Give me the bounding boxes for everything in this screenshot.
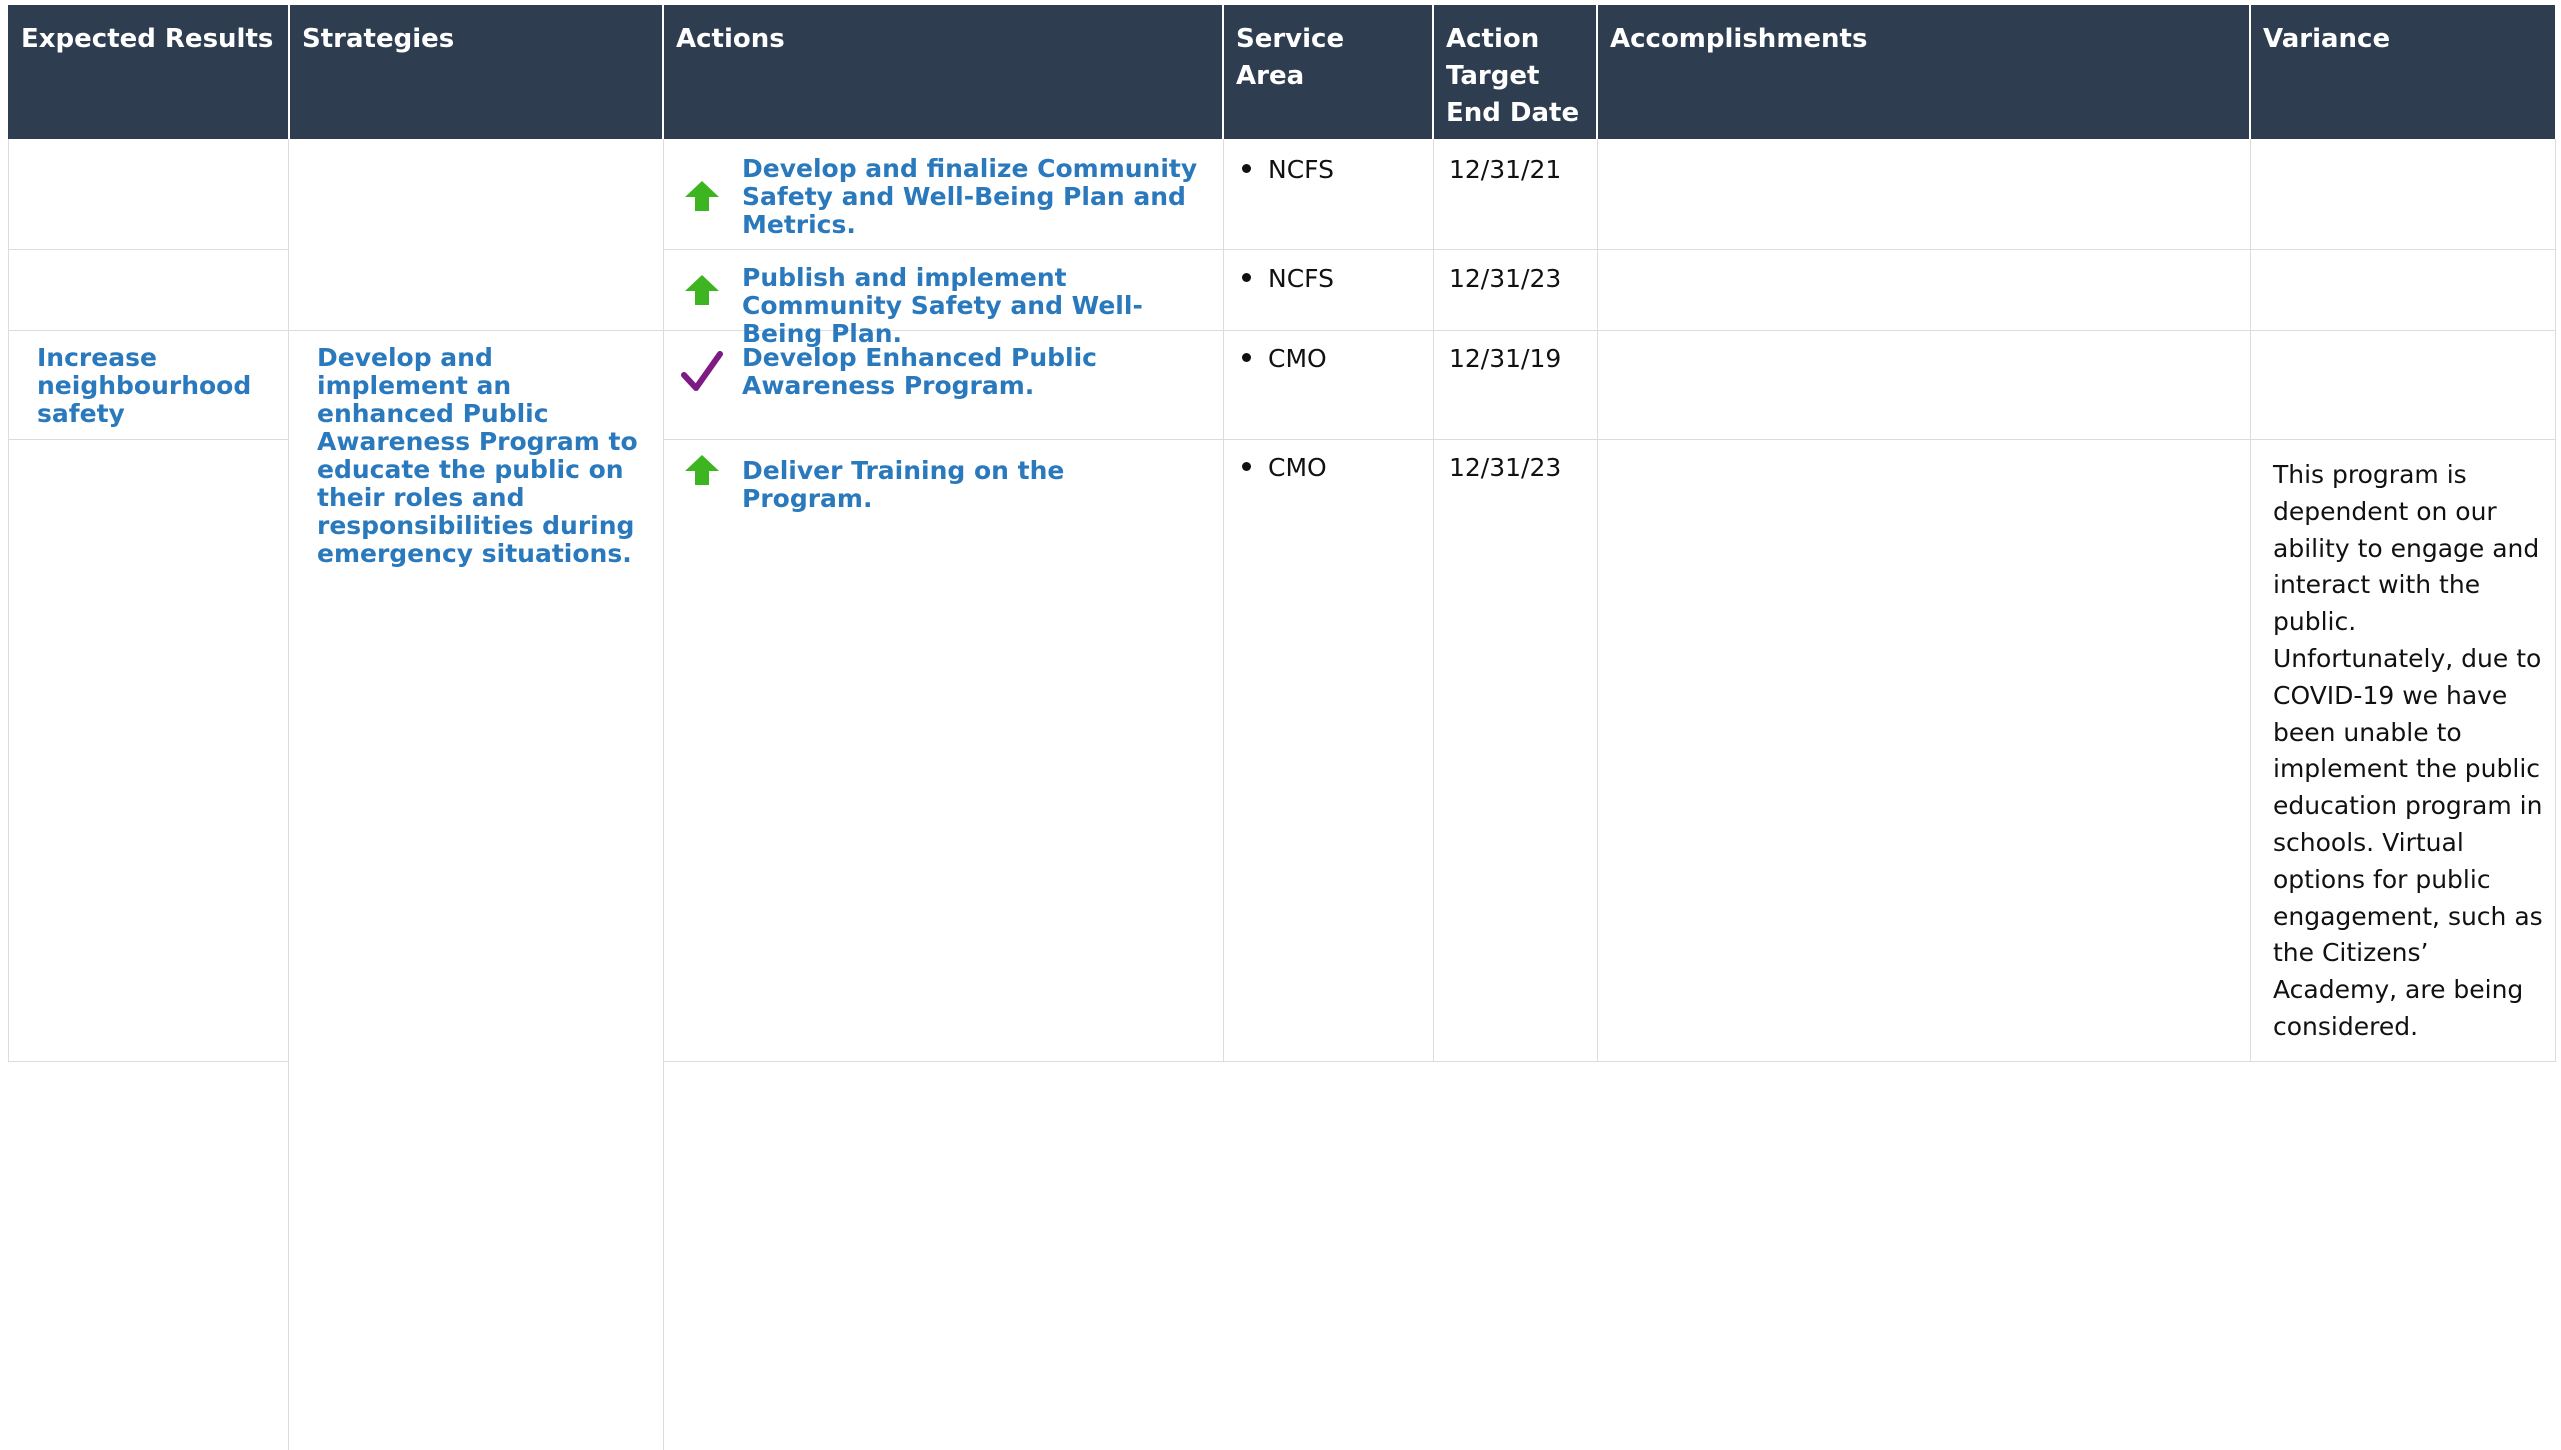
up-arrow-icon [685, 275, 719, 305]
header-divider [2249, 5, 2251, 139]
target-date-value: 12/31/23 [1449, 264, 1562, 293]
grid-line [2250, 139, 2251, 1061]
service-area-value: CMO [1268, 453, 1327, 482]
target-date-value: 12/31/23 [1449, 453, 1562, 482]
header-divider [1596, 5, 1598, 139]
header-actions: Actions [663, 5, 1223, 139]
bullet-icon [1242, 462, 1251, 471]
grid-line [663, 1061, 2556, 1062]
bullet-icon [1242, 164, 1251, 173]
header-service-area: Service Area [1223, 5, 1433, 139]
header-divider [1222, 5, 1224, 139]
action-link[interactable]: Develop and finalize Community Safety an… [742, 155, 1202, 239]
grid-line [8, 139, 9, 1061]
up-arrow-icon [685, 455, 719, 485]
grid-line [8, 249, 289, 250]
grid-line [1433, 139, 1434, 1061]
header-target-end-date: Action Target End Date [1433, 5, 1597, 139]
grid-line [8, 1061, 289, 1062]
expected-result-link[interactable]: Increase neighbourhood safety [37, 344, 277, 428]
target-date-value: 12/31/21 [1449, 155, 1562, 184]
service-area-value: NCFS [1268, 155, 1334, 184]
up-arrow-icon [685, 181, 719, 211]
header-divider [288, 5, 290, 139]
grid-line [1597, 139, 1598, 1061]
service-area-value: NCFS [1268, 264, 1334, 293]
header-strategies: Strategies [289, 5, 663, 139]
header-divider [1432, 5, 1434, 139]
bullet-icon [1242, 273, 1251, 282]
action-link[interactable]: Deliver Training on the Program. [742, 457, 1202, 513]
grid-line [288, 139, 289, 1450]
action-link[interactable]: Publish and implement Community Safety a… [742, 264, 1202, 348]
grid-line [1223, 139, 1224, 1061]
action-link[interactable]: Develop Enhanced Public Awareness Progra… [742, 344, 1202, 400]
grid-line [8, 330, 2556, 331]
grid-line [663, 139, 664, 1450]
grid-line [2555, 139, 2556, 1061]
header-variance: Variance [2250, 5, 2555, 139]
strategy-link[interactable]: Develop and implement an enhanced Public… [317, 344, 647, 568]
bullet-icon [1242, 353, 1251, 362]
grid-line [663, 249, 2556, 250]
header-expected-results: Expected Results [8, 5, 289, 139]
header-accomplishments: Accomplishments [1597, 5, 2250, 139]
header-divider [662, 5, 664, 139]
grid-line [663, 439, 2556, 440]
variance-text: This program is dependent on our ability… [2273, 460, 2543, 1041]
checkmark-icon [681, 351, 723, 391]
service-area-value: CMO [1268, 344, 1327, 373]
action-plan-table: Expected Results Strategies Actions Serv… [0, 0, 2561, 1450]
target-date-value: 12/31/19 [1449, 344, 1562, 373]
grid-line [8, 439, 289, 440]
